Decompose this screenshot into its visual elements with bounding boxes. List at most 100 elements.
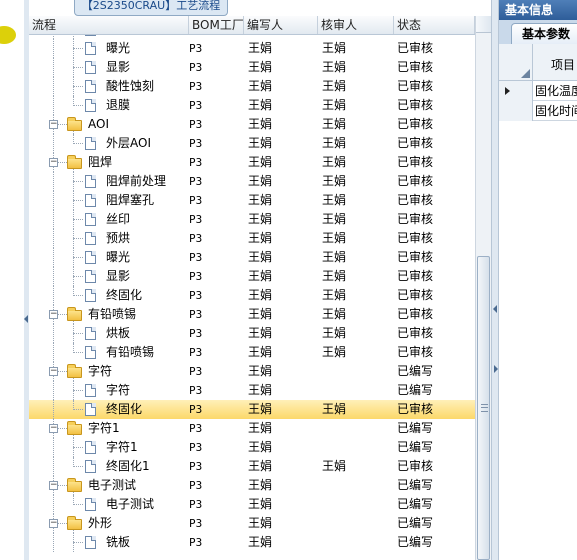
- tree-line: [73, 238, 83, 239]
- scroll-up-button[interactable]: [476, 16, 492, 33]
- status-cell: 已审核: [397, 326, 434, 340]
- process-step-name: 终固化1: [106, 459, 150, 473]
- table-row[interactable]: 字符1 P3 王娟 已编写: [29, 438, 475, 457]
- process-step-name: 铣板: [106, 535, 131, 549]
- row-indicator[interactable]: [499, 81, 533, 101]
- author-cell: 王娟: [248, 174, 273, 188]
- collapse-toggle-icon[interactable]: −: [49, 158, 58, 167]
- right-splitter[interactable]: [491, 0, 499, 560]
- collapse-toggle-icon[interactable]: −: [49, 519, 58, 528]
- tree-line: [53, 210, 54, 229]
- tree-line: [73, 295, 83, 296]
- table-row[interactable]: 终固化 P3 王娟 王娟 已审核: [29, 286, 475, 305]
- author-cell: 王娟: [248, 478, 273, 492]
- table-row[interactable]: 曝光 P3 王娟 王娟 已审核: [29, 39, 475, 58]
- table-row[interactable]: 外层AOI P3 王娟 王娟 已审核: [29, 134, 475, 153]
- table-row[interactable]: 显影 P3 王娟 王娟 已审核: [29, 267, 475, 286]
- table-row-selected[interactable]: 终固化 P3 王娟 王娟 已审核: [29, 400, 475, 419]
- author-cell: 王娟: [248, 98, 273, 112]
- table-row[interactable]: − 字符1 P3 王娟 已编写: [29, 419, 475, 438]
- tree-line: [53, 191, 54, 210]
- table-row[interactable]: − 阻焊 P3 王娟 王娟 已审核: [29, 153, 475, 172]
- tab-basic-params[interactable]: 基本参数: [511, 23, 577, 44]
- process-group-name: 电子测试: [88, 478, 137, 492]
- author-cell: 王娟: [248, 155, 273, 169]
- properties-panel: 基本信息 基本参数 项目 固化温度 固化时间: [499, 0, 577, 560]
- panel-title: 基本信息: [499, 0, 577, 20]
- tree-line: [53, 77, 54, 96]
- bom-factory-cell: P3: [189, 118, 203, 131]
- reviewer-cell: 王娟: [322, 326, 347, 340]
- table-row[interactable]: 电子测试 P3 王娟 已编写: [29, 495, 475, 514]
- status-cell: 已审核: [397, 60, 434, 74]
- document-icon: [85, 270, 96, 283]
- column-header-bom-factory[interactable]: BOM工厂: [189, 16, 244, 34]
- vertical-scrollbar[interactable]: [475, 16, 492, 560]
- scroll-thumb[interactable]: [477, 256, 490, 560]
- collapse-toggle-icon[interactable]: −: [49, 481, 58, 490]
- folder-icon: [67, 478, 82, 492]
- column-header-item[interactable]: 项目: [551, 56, 575, 73]
- process-title-tab[interactable]: 【2S2350CRAU】工艺流程: [74, 0, 228, 16]
- tree-line: [53, 495, 54, 514]
- reviewer-cell: 王娟: [322, 41, 347, 55]
- table-row[interactable]: − 字符 P3 王娟 已编写: [29, 362, 475, 381]
- document-icon: [85, 251, 96, 264]
- column-header-status[interactable]: 状态: [394, 16, 475, 34]
- table-row[interactable]: 曝光 P3 王娟 王娟 已审核: [29, 248, 475, 267]
- collapse-toggle-icon[interactable]: −: [49, 120, 58, 129]
- params-row[interactable]: 固化时间: [499, 101, 577, 121]
- table-row[interactable]: − 有铅喷锡 P3 王娟 王娟 已审核: [29, 305, 475, 324]
- collapse-right-icon[interactable]: [493, 305, 497, 313]
- table-row[interactable]: 铣板 P3 王娟 已编写: [29, 533, 475, 552]
- bom-factory-cell: P3: [189, 517, 203, 530]
- table-row[interactable]: − AOI P3 王娟 王娟 已审核: [29, 115, 475, 134]
- table-row[interactable]: 退膜 P3 王娟 王娟 已审核: [29, 96, 475, 115]
- row-indicator[interactable]: [499, 101, 533, 121]
- status-cell: 已审核: [397, 174, 434, 188]
- document-icon: [85, 498, 96, 511]
- tree-line: [73, 219, 83, 220]
- column-header-author[interactable]: 编写人: [244, 16, 318, 34]
- table-row[interactable]: − 外形 P3 王娟 已编写: [29, 514, 475, 533]
- collapse-toggle-icon[interactable]: −: [49, 424, 58, 433]
- table-row[interactable]: 有铅喷锡 P3 王娟 王娟 已审核: [29, 343, 475, 362]
- status-cell: 已审核: [397, 79, 434, 93]
- process-step-name: 电子测试: [106, 497, 155, 511]
- select-all-corner-icon[interactable]: [499, 44, 533, 80]
- table-row[interactable]: 阻焊前处理 P3 王娟 王娟 已审核: [29, 172, 475, 191]
- table-row[interactable]: 预烘 P3 王娟 王娟 已审核: [29, 229, 475, 248]
- table-row[interactable]: 丝印 P3 王娟 王娟 已审核: [29, 210, 475, 229]
- collapse-toggle-icon[interactable]: −: [49, 367, 58, 376]
- reviewer-cell: 王娟: [322, 459, 347, 473]
- status-cell: 已编写: [397, 478, 434, 492]
- column-header-reviewer[interactable]: 核审人: [318, 16, 394, 34]
- column-header-process[interactable]: 流程: [29, 16, 189, 34]
- table-row[interactable]: 显影 P3 王娟 王娟 已审核: [29, 58, 475, 77]
- tree-line: [53, 438, 54, 457]
- process-tree-grid: 流程 BOM工厂 编写人 核审人 状态 剥膜P3王娟王娟已审核曝光P3王娟王娟已…: [29, 16, 475, 560]
- reviewer-cell: 王娟: [322, 79, 347, 93]
- tree-line: [73, 67, 83, 68]
- document-icon: [85, 194, 96, 207]
- grid-body: 剥膜P3王娟王娟已审核曝光P3王娟王娟已审核显影P3王娟王娟已审核酸性蚀刻P3王…: [29, 35, 475, 560]
- collapse-toggle-icon[interactable]: −: [49, 310, 58, 319]
- table-row[interactable]: 终固化1 P3 王娟 王娟 已审核: [29, 457, 475, 476]
- bom-factory-cell: P3: [189, 80, 203, 93]
- table-row[interactable]: 酸性蚀刻 P3 王娟 王娟 已审核: [29, 77, 475, 96]
- param-name: 固化时间: [535, 104, 577, 118]
- table-row[interactable]: 烘板 P3 王娟 王娟 已审核: [29, 324, 475, 343]
- process-step-name: 显影: [106, 60, 131, 74]
- params-row[interactable]: 固化温度: [499, 81, 577, 101]
- tree-line: [53, 400, 54, 419]
- process-group-name: AOI: [88, 117, 109, 131]
- table-row[interactable]: 阻焊塞孔 P3 王娟 王娟 已审核: [29, 191, 475, 210]
- table-row[interactable]: 字符 P3 王娟 已编写: [29, 381, 475, 400]
- folder-icon: [67, 155, 82, 169]
- bom-factory-cell: P3: [189, 441, 203, 454]
- expand-right-icon[interactable]: [494, 365, 498, 373]
- table-row[interactable]: − 电子测试 P3 王娟 已编写: [29, 476, 475, 495]
- collapse-left-icon[interactable]: [24, 315, 28, 323]
- reviewer-cell: [322, 533, 397, 552]
- document-icon: [85, 137, 96, 150]
